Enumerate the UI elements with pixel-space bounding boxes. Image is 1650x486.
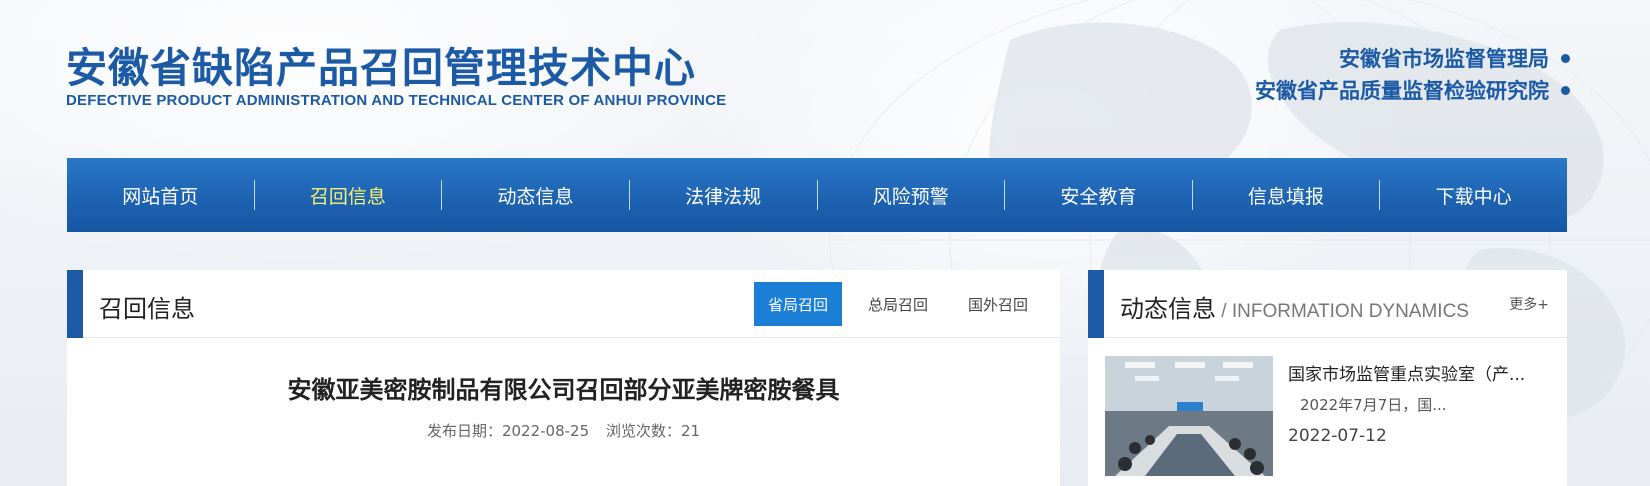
org-link-market-supervision[interactable]: 安徽省市场监督管理局 <box>1255 42 1570 74</box>
news-date: 2022-07-12 <box>1288 426 1387 446</box>
publish-date: 发布日期：2022-08-25 <box>426 422 590 440</box>
dynamics-panel: 动态信息 / INFORMATION DYNAMICS 更多+ 国家市场监管重点… <box>1088 270 1567 486</box>
view-count: 浏览次数：21 <box>605 422 701 440</box>
org-link-quality-institute[interactable]: 安徽省产品质量监督检验研究院 <box>1255 74 1570 106</box>
nav-item-downloads[interactable]: 下载中心 <box>1380 158 1567 232</box>
org-label: 安徽省市场监督管理局 <box>1339 47 1549 71</box>
news-summary: 2022年7月7日，国... <box>1300 396 1447 414</box>
site-header: 安徽省缺陷产品召回管理技术中心 DEFECTIVE PRODUCT ADMINI… <box>0 0 1650 158</box>
recall-tabs: 省局召回 总局召回 国外召回 <box>742 282 1042 326</box>
dynamics-panel-title: 动态信息 / INFORMATION DYNAMICS <box>1120 289 1469 324</box>
dynamics-panel-header: 动态信息 / INFORMATION DYNAMICS 更多+ <box>1088 270 1567 338</box>
dynamics-title-cn: 动态信息 <box>1120 295 1216 323</box>
tab-provincial-recall[interactable]: 省局召回 <box>753 282 842 326</box>
nav-item-dynamics[interactable]: 动态信息 <box>442 158 629 232</box>
recall-panel-title: 召回信息 <box>99 295 195 323</box>
nav-item-recall[interactable]: 召回信息 <box>255 158 442 232</box>
bullet-dot-icon <box>1561 53 1570 63</box>
site-title-en: DEFECTIVE PRODUCT ADMINISTRATION AND TEC… <box>66 92 727 109</box>
bullet-dot-icon <box>1561 85 1570 95</box>
recall-panel: 召回信息 省局召回 总局召回 国外召回 安徽亚美密胺制品有限公司召回部分亚美牌密… <box>67 270 1060 486</box>
nav-item-laws[interactable]: 法律法规 <box>630 158 817 232</box>
news-thumbnail[interactable] <box>1105 356 1273 476</box>
tab-national-recall[interactable]: 总局召回 <box>854 282 942 326</box>
nav-item-home[interactable]: 网站首页 <box>67 158 254 232</box>
article-title: 安徽亚美密胺制品有限公司召回部分亚美牌密胺餐具 <box>287 376 840 404</box>
panel-accent-bar <box>67 270 83 338</box>
news-title-link[interactable]: 国家市场监管重点实验室（产... <box>1288 360 1558 385</box>
nav-item-info-report[interactable]: 信息填报 <box>1193 158 1380 232</box>
org-label: 安徽省产品质量监督检验研究院 <box>1255 79 1549 103</box>
org-links: 安徽省市场监督管理局 安徽省产品质量监督检验研究院 <box>1255 42 1570 106</box>
tab-foreign-recall[interactable]: 国外召回 <box>954 282 1042 326</box>
nav-item-risk-warning[interactable]: 风险预警 <box>818 158 1005 232</box>
recall-panel-header: 召回信息 省局召回 总局召回 国外召回 <box>67 270 1060 338</box>
dynamics-title-en: / INFORMATION DYNAMICS <box>1216 301 1469 322</box>
site-title-cn[interactable]: 安徽省缺陷产品召回管理技术中心 <box>66 34 696 94</box>
nav-item-safety-education[interactable]: 安全教育 <box>1005 158 1192 232</box>
panel-accent-bar <box>1088 270 1104 338</box>
article-meta: 发布日期：2022-08-25 浏览次数：21 <box>67 420 1060 441</box>
more-link[interactable]: 更多+ <box>1509 294 1549 314</box>
main-nav: 网站首页 召回信息 动态信息 法律法规 风险预警 安全教育 信息填报 下载中心 <box>67 158 1567 232</box>
